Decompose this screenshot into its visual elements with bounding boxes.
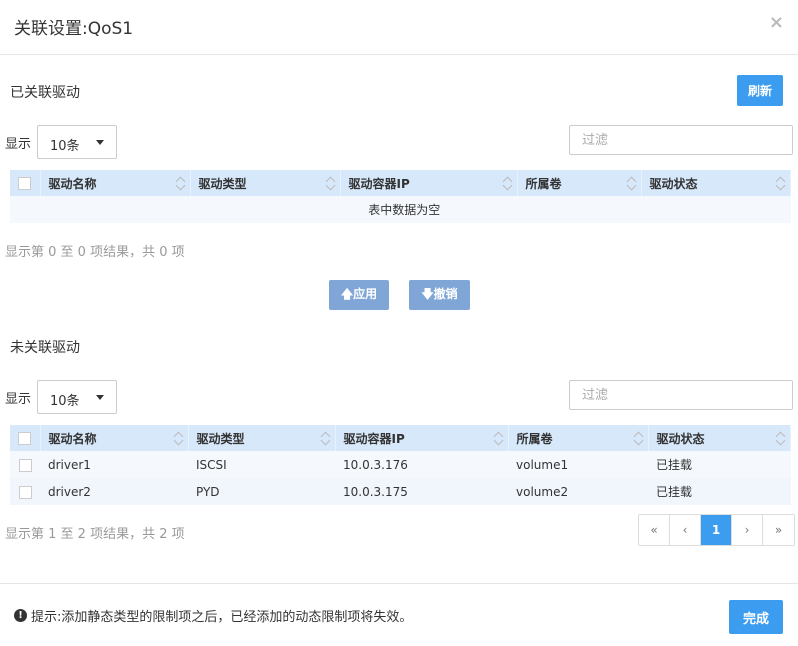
done-button[interactable]: 完成	[729, 600, 783, 634]
row-checkbox[interactable]	[18, 458, 32, 472]
column-header-volume[interactable]: 所属卷	[508, 425, 649, 451]
column-header-name[interactable]: 驱动名称	[40, 170, 191, 196]
exclamation-circle-icon: !	[14, 609, 27, 622]
row-checkbox-cell	[10, 478, 40, 505]
row-checkbox[interactable]	[18, 485, 32, 499]
page-size-value: 10条	[50, 394, 80, 409]
column-header-type[interactable]: 驱动类型	[188, 425, 336, 451]
association-settings-modal: 关联设置:QoS1 × 已关联驱动 刷新 显示 10条 驱动名称 驱动类型 驱动…	[0, 0, 798, 646]
show-label: 显示	[5, 392, 32, 407]
sort-icon	[627, 176, 637, 190]
cell-status: 已挂载	[648, 451, 791, 478]
caret-down-icon	[96, 140, 104, 145]
filter-input[interactable]	[569, 380, 793, 410]
modal-title: 关联设置:QoS1	[14, 19, 134, 39]
next-page-button[interactable]: ›	[732, 515, 763, 545]
select-all-cell	[10, 170, 41, 196]
page-size-select[interactable]: 10条	[37, 380, 117, 414]
column-header-name[interactable]: 驱动名称	[40, 425, 189, 451]
column-header-volume[interactable]: 所属卷	[517, 170, 642, 196]
pagination: « ‹ 1 › »	[638, 514, 795, 546]
table-info: 显示第 1 至 2 项结果，共 2 项	[5, 527, 185, 542]
sort-icon	[776, 176, 786, 190]
column-header-ip[interactable]: 驱动容器IP	[340, 170, 518, 196]
sort-icon	[176, 176, 186, 190]
cell-ip: 10.0.3.176	[335, 451, 508, 478]
cell-ip: 10.0.3.175	[335, 478, 508, 505]
first-page-button[interactable]: «	[639, 515, 670, 545]
arrow-up-icon: 🡅	[340, 286, 354, 301]
column-header-ip[interactable]: 驱动容器IP	[335, 425, 509, 451]
cell-status: 已挂载	[648, 478, 791, 505]
revoke-button[interactable]: 🡇撤销	[409, 280, 470, 310]
cell-type: PYD	[188, 478, 335, 505]
cell-name: driver1	[40, 451, 188, 478]
refresh-button[interactable]: 刷新	[737, 75, 783, 106]
associated-section-title: 已关联驱动	[10, 85, 80, 101]
sort-icon	[503, 176, 513, 190]
sort-icon	[634, 431, 644, 445]
page-size-value: 10条	[50, 139, 80, 154]
unassociated-section-title: 未关联驱动	[10, 340, 80, 356]
empty-row: 表中数据为空	[10, 196, 791, 223]
select-all-checkbox[interactable]	[18, 177, 32, 190]
prev-page-button[interactable]: ‹	[670, 515, 701, 545]
last-page-button[interactable]: »	[763, 515, 794, 545]
select-all-checkbox[interactable]	[18, 432, 32, 445]
empty-table-message: 表中数据为空	[10, 196, 791, 223]
table-info: 显示第 0 至 0 项结果，共 0 项	[5, 245, 185, 260]
footer-tip: ! 提示:添加静态类型的限制项之后，已经添加的动态限制项将失效。	[14, 606, 412, 625]
row-checkbox-cell	[10, 451, 40, 478]
filter-input[interactable]	[569, 125, 793, 155]
cell-type: ISCSI	[188, 451, 335, 478]
table-row[interactable]: driver1 ISCSI 10.0.3.176 volume1 已挂载	[10, 451, 791, 478]
table-row[interactable]: driver2 PYD 10.0.3.175 volume2 已挂载	[10, 478, 791, 505]
cell-volume: volume2	[508, 478, 648, 505]
sort-icon	[174, 431, 184, 445]
unassociated-table: 驱动名称 驱动类型 驱动容器IP 所属卷 驱动状态 driver1 ISCSI …	[10, 425, 791, 505]
apply-button[interactable]: 🡅应用	[329, 280, 389, 310]
page-size-select[interactable]: 10条	[37, 125, 117, 159]
sort-icon	[494, 431, 504, 445]
column-header-status[interactable]: 驱动状态	[641, 170, 791, 196]
column-header-status[interactable]: 驱动状态	[648, 425, 791, 451]
page-1-button[interactable]: 1	[701, 515, 732, 545]
sort-icon	[326, 176, 336, 190]
arrow-down-icon: 🡇	[421, 286, 434, 301]
select-all-cell	[10, 425, 41, 451]
close-icon[interactable]: ×	[769, 12, 784, 33]
caret-down-icon	[96, 395, 104, 400]
column-header-type[interactable]: 驱动类型	[190, 170, 341, 196]
sort-icon	[321, 431, 331, 445]
modal-footer: ! 提示:添加静态类型的限制项之后，已经添加的动态限制项将失效。 完成	[0, 583, 798, 646]
cell-volume: volume1	[508, 451, 648, 478]
show-label: 显示	[5, 137, 32, 152]
tip-text: 提示:添加静态类型的限制项之后，已经添加的动态限制项将失效。	[31, 610, 413, 625]
modal-header: 关联设置:QoS1 ×	[0, 0, 798, 55]
associated-table: 驱动名称 驱动类型 驱动容器IP 所属卷 驱动状态 表中数据为空	[10, 170, 791, 223]
sort-icon	[776, 431, 786, 445]
cell-name: driver2	[40, 478, 188, 505]
